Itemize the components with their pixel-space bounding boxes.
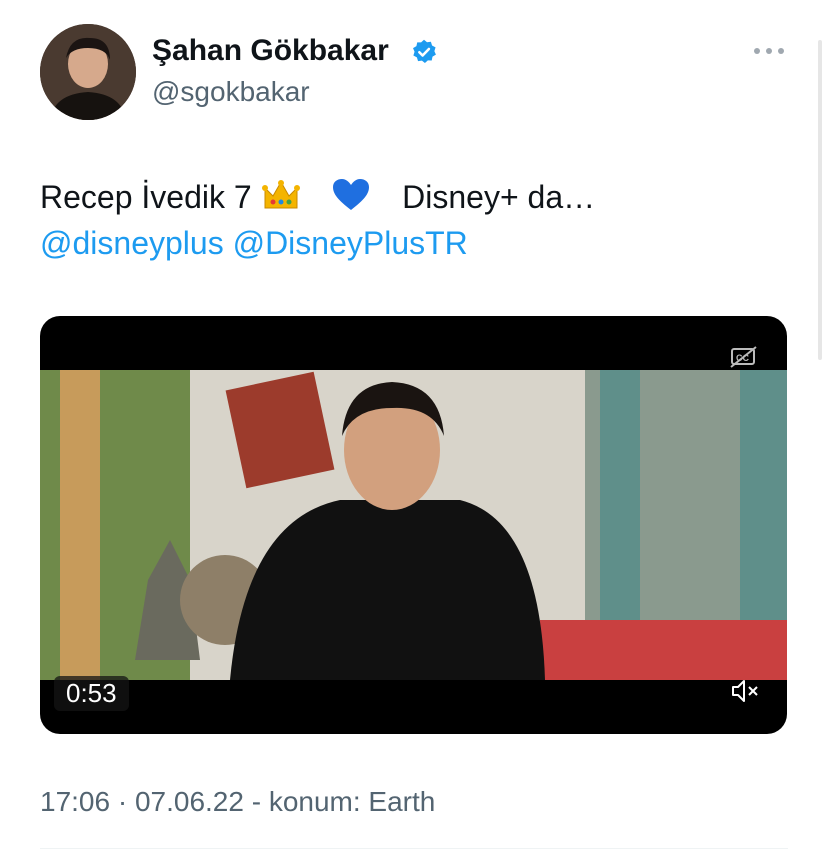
scrollbar[interactable] (818, 40, 822, 360)
closed-captions-off-icon[interactable]: CC (730, 346, 758, 368)
muted-speaker-icon[interactable] (730, 678, 760, 704)
tweet-text-tail: Disney+ da… (402, 179, 596, 215)
blue-heart-emoji (333, 179, 370, 210)
video-thumbnail (40, 370, 787, 680)
author-avatar[interactable] (40, 24, 136, 120)
author-name[interactable]: Şahan Gökbakar (152, 34, 389, 68)
video-player[interactable]: CC 0:53 (40, 316, 787, 734)
tweet-timestamp[interactable]: 17:06 · 07.06.22 - konum: Earth (40, 786, 435, 818)
tweet-text-body: Recep İvedik 7 (40, 179, 252, 215)
avatar-image (40, 24, 136, 120)
divider (40, 848, 788, 849)
mention-disneyplustr[interactable]: @DisneyPlusTR (233, 225, 468, 261)
mention-disneyplus[interactable]: @disneyplus (40, 225, 224, 261)
video-duration: 0:53 (54, 676, 129, 711)
author-handle[interactable]: @sgokbakar (152, 76, 310, 108)
more-options-icon[interactable] (752, 40, 786, 60)
crown-emoji (261, 180, 300, 209)
tweet-text: Recep İvedik 7 Disney+ da… @disneyplus @… (40, 174, 595, 266)
verified-badge-icon (413, 39, 436, 63)
